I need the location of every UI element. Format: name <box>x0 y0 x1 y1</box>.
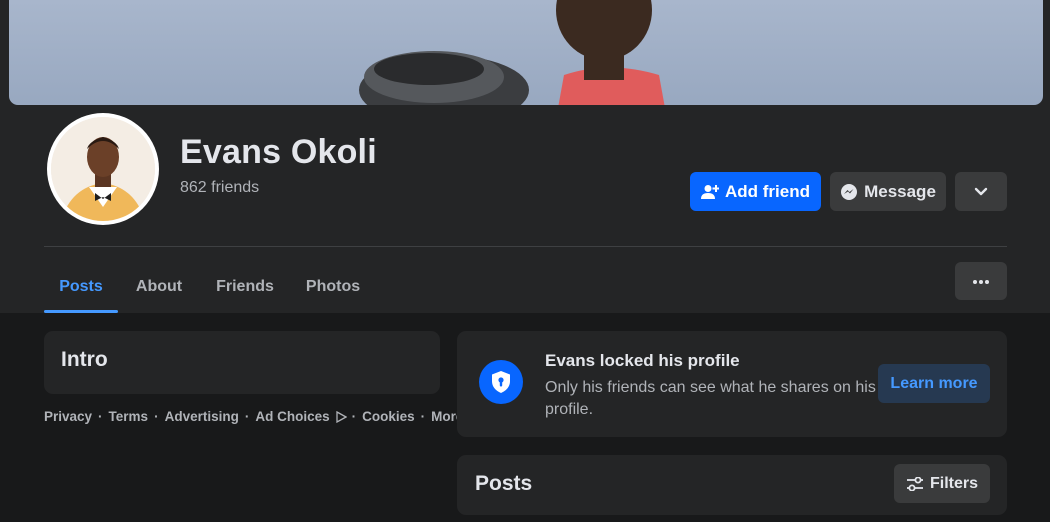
tab-photos[interactable]: Photos <box>294 262 372 312</box>
locked-profile-card: Evans locked his profile Only his friend… <box>457 331 1007 437</box>
intro-title: Intro <box>61 348 108 371</box>
learn-more-button[interactable]: Learn more <box>878 364 990 403</box>
friends-count[interactable]: 862 friends <box>180 179 259 197</box>
locked-profile-title: Evans locked his profile <box>545 351 740 370</box>
footer-link-privacy[interactable]: Privacy <box>44 409 92 424</box>
filters-label: Filters <box>929 474 978 492</box>
avatar-photo <box>51 117 155 221</box>
intro-card: Intro <box>44 331 440 394</box>
sliders-icon <box>906 476 924 491</box>
shield-lock-icon <box>479 360 523 404</box>
footer-link-advertising[interactable]: Advertising <box>165 409 239 424</box>
add-friend-label: Add friend <box>725 181 810 201</box>
tab-label: Photos <box>305 278 361 295</box>
profile-avatar[interactable] <box>47 113 159 225</box>
posts-card: Posts Filters <box>457 455 1007 515</box>
filters-button[interactable]: Filters <box>894 464 990 503</box>
message-button[interactable]: Message <box>830 172 946 211</box>
active-tab-indicator <box>44 310 118 313</box>
footer-link-cookies[interactable]: Cookies <box>362 409 415 424</box>
tab-menu-button[interactable] <box>955 262 1007 300</box>
footer-separator: · <box>154 409 159 424</box>
posts-title: Posts <box>475 472 533 495</box>
tab-posts[interactable]: Posts <box>44 262 118 312</box>
profile-name: Evans Okoli <box>180 133 377 171</box>
message-label: Message <box>864 181 936 201</box>
cover-photo-person <box>556 0 665 105</box>
more-actions-button[interactable] <box>955 172 1007 211</box>
footer-links: Privacy · Terms · Advertising · Ad Choic… <box>44 409 466 424</box>
ellipsis-icon <box>972 272 990 290</box>
cover-photo[interactable] <box>9 0 1043 105</box>
footer-separator: · <box>351 409 357 424</box>
footer-separator: · <box>244 409 250 424</box>
footer-separator: · <box>98 409 103 424</box>
ad-choices-icon[interactable] <box>335 410 347 423</box>
footer-separator: · <box>420 409 426 424</box>
locked-profile-description: Only his friends can see what he shares … <box>545 379 876 418</box>
footer-link-ad-choices[interactable]: Ad Choices <box>255 409 329 424</box>
chevron-down-icon <box>974 182 988 202</box>
tab-label: Posts <box>59 278 103 295</box>
tab-about[interactable]: About <box>122 262 196 312</box>
header-divider <box>44 246 1007 247</box>
tab-friends[interactable]: Friends <box>204 262 286 312</box>
footer-link-terms[interactable]: Terms <box>109 409 149 424</box>
cover-photo-object <box>359 51 529 105</box>
tab-label: Friends <box>216 278 274 295</box>
add-friend-button[interactable]: Add friend <box>690 172 821 211</box>
tab-label: About <box>135 278 183 295</box>
profile-header: Evans Okoli 862 friends Add friend Messa… <box>0 0 1050 313</box>
person-plus-icon <box>701 184 719 200</box>
messenger-icon <box>840 183 858 201</box>
